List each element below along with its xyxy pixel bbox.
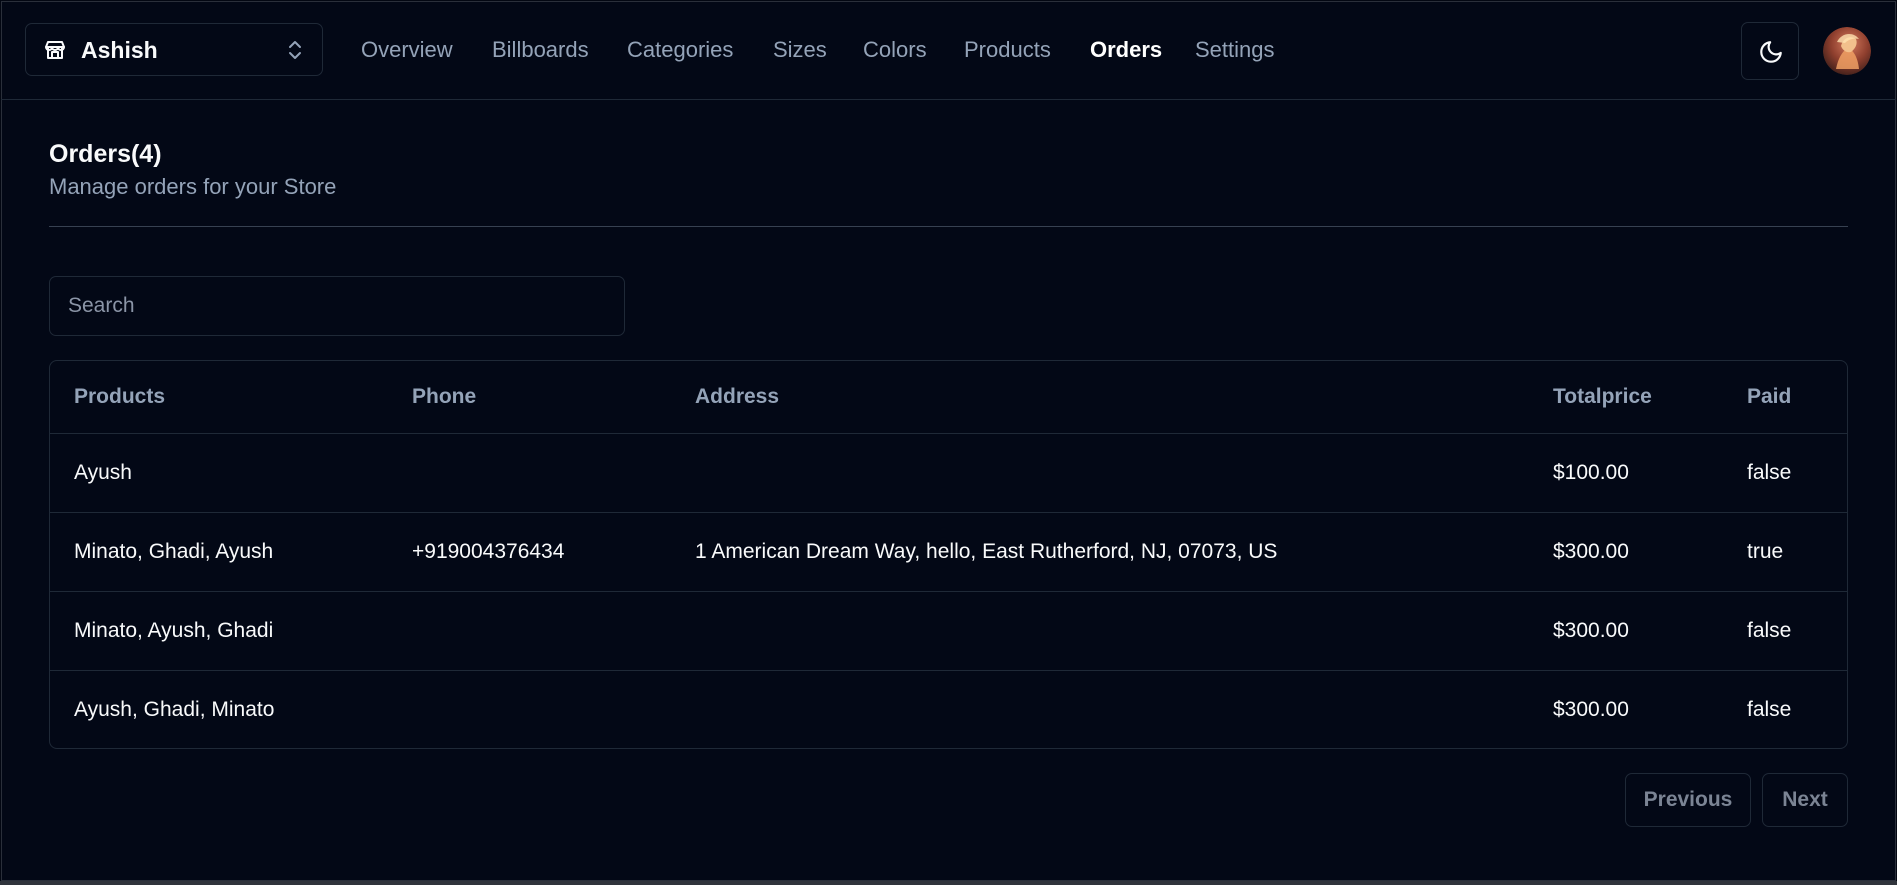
avatar-image <box>1823 27 1871 75</box>
section-divider <box>49 226 1848 227</box>
table-header-row: Products Phone Address Totalprice Paid <box>50 361 1847 434</box>
page: Ashish Overview Billboards Categories Si… <box>1 1 1896 881</box>
user-avatar[interactable] <box>1823 27 1871 75</box>
cell-totalprice: $300.00 <box>1553 698 1629 721</box>
window-bottom-strip <box>0 881 1897 885</box>
cell-address: 1 American Dream Way, hello, East Ruther… <box>695 540 1278 563</box>
theme-toggle-button[interactable] <box>1741 22 1799 80</box>
cell-totalprice: $300.00 <box>1553 540 1629 563</box>
table-row[interactable]: Ayush $100.00 false <box>50 434 1847 513</box>
table-row[interactable]: Minato, Ghadi, Ayush +919004376434 1 Ame… <box>50 513 1847 592</box>
cell-products: Minato, Ghadi, Ayush <box>74 540 274 563</box>
nav-sizes[interactable]: Sizes <box>773 35 827 65</box>
cell-totalprice: $100.00 <box>1553 461 1629 484</box>
next-page-button[interactable]: Next <box>1762 773 1848 827</box>
orders-table: Products Phone Address Totalprice Paid A… <box>49 360 1848 749</box>
cell-products: Minato, Ayush, Ghadi <box>74 619 274 642</box>
search-input[interactable] <box>49 276 625 336</box>
nav-colors[interactable]: Colors <box>863 35 927 65</box>
cell-paid: false <box>1747 461 1792 484</box>
column-header-paid: Paid <box>1747 385 1792 408</box>
table-row[interactable]: Minato, Ayush, Ghadi $300.00 false <box>50 592 1847 671</box>
store-switcher[interactable]: Ashish <box>25 23 323 76</box>
store-icon <box>45 41 65 59</box>
cell-paid: false <box>1747 698 1792 721</box>
nav-orders[interactable]: Orders <box>1090 35 1162 65</box>
cell-phone: +919004376434 <box>412 540 565 563</box>
previous-page-button[interactable]: Previous <box>1625 773 1751 827</box>
cell-paid: false <box>1747 619 1792 642</box>
column-header-totalprice: Totalprice <box>1553 385 1652 408</box>
top-navigation: Ashish Overview Billboards Categories Si… <box>1 1 1896 100</box>
nav-settings[interactable]: Settings <box>1195 35 1275 65</box>
cell-totalprice: $300.00 <box>1553 619 1629 642</box>
store-name: Ashish <box>81 37 158 63</box>
nav-billboards[interactable]: Billboards <box>492 35 589 65</box>
cell-products: Ayush <box>74 461 132 484</box>
moon-icon <box>1760 41 1782 63</box>
cell-paid: true <box>1747 540 1784 563</box>
table-row[interactable]: Ayush, Ghadi, Minato $300.00 false <box>50 671 1847 748</box>
cell-products: Ayush, Ghadi, Minato <box>74 698 275 721</box>
column-header-products: Products <box>74 385 166 408</box>
page-title: Orders(4) <box>49 140 162 168</box>
page-subtitle: Manage orders for your Store <box>49 174 337 199</box>
column-header-phone: Phone <box>412 385 477 408</box>
nav-categories[interactable]: Categories <box>627 35 733 65</box>
nav-overview[interactable]: Overview <box>361 35 453 65</box>
chevrons-up-down-icon <box>289 41 301 59</box>
column-header-address: Address <box>695 385 780 408</box>
nav-products[interactable]: Products <box>964 35 1051 65</box>
